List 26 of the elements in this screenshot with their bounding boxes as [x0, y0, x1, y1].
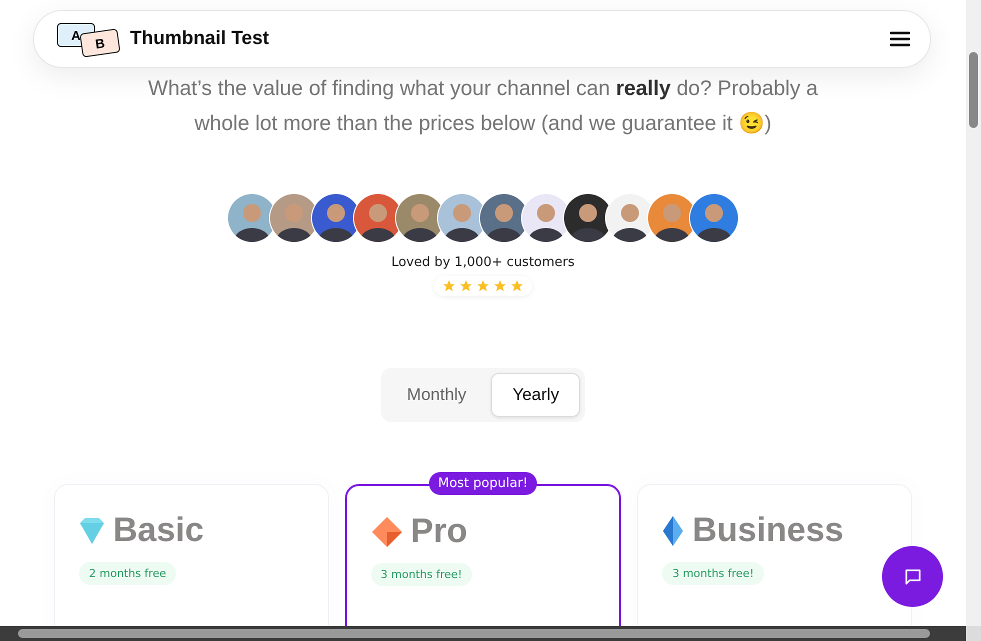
- star-icon: [493, 279, 507, 293]
- star-icon: [442, 279, 456, 293]
- plan-name: Business: [692, 511, 844, 550]
- star-icon: [510, 279, 524, 293]
- crystal-icon: [662, 514, 684, 546]
- plan-name: Pro: [410, 512, 468, 551]
- star-icon: [459, 279, 473, 293]
- discount-badge: 3 months free!: [370, 563, 472, 586]
- vertical-scrollbar[interactable]: [966, 0, 981, 626]
- plan-name: Basic: [113, 511, 204, 550]
- chat-icon: [902, 566, 922, 586]
- horizontal-scrollbar[interactable]: [0, 626, 966, 641]
- diamond-icon: [370, 516, 403, 548]
- billing-tab[interactable]: Monthly: [386, 373, 488, 417]
- star-icon: [476, 279, 490, 293]
- menu-icon[interactable]: [890, 31, 910, 47]
- logo: A B: [54, 19, 122, 59]
- brand-name: Thumbnail Test: [130, 28, 269, 50]
- diamond-icon: [79, 516, 105, 544]
- scrollbar-corner: [966, 626, 981, 641]
- intro-paragraph: What’s the value of finding what your channel can really do? Probably a whole lot more than the prices below (and we guarantee it 😉): [147, 76, 819, 137]
- billing-tab[interactable]: Yearly: [491, 373, 580, 417]
- customers-caption: Loved by 1,000+ customers: [391, 255, 575, 270]
- popular-badge: Most popular!: [429, 472, 537, 495]
- discount-badge: 2 months free: [79, 562, 176, 585]
- discount-badge: 3 months free!: [662, 562, 764, 585]
